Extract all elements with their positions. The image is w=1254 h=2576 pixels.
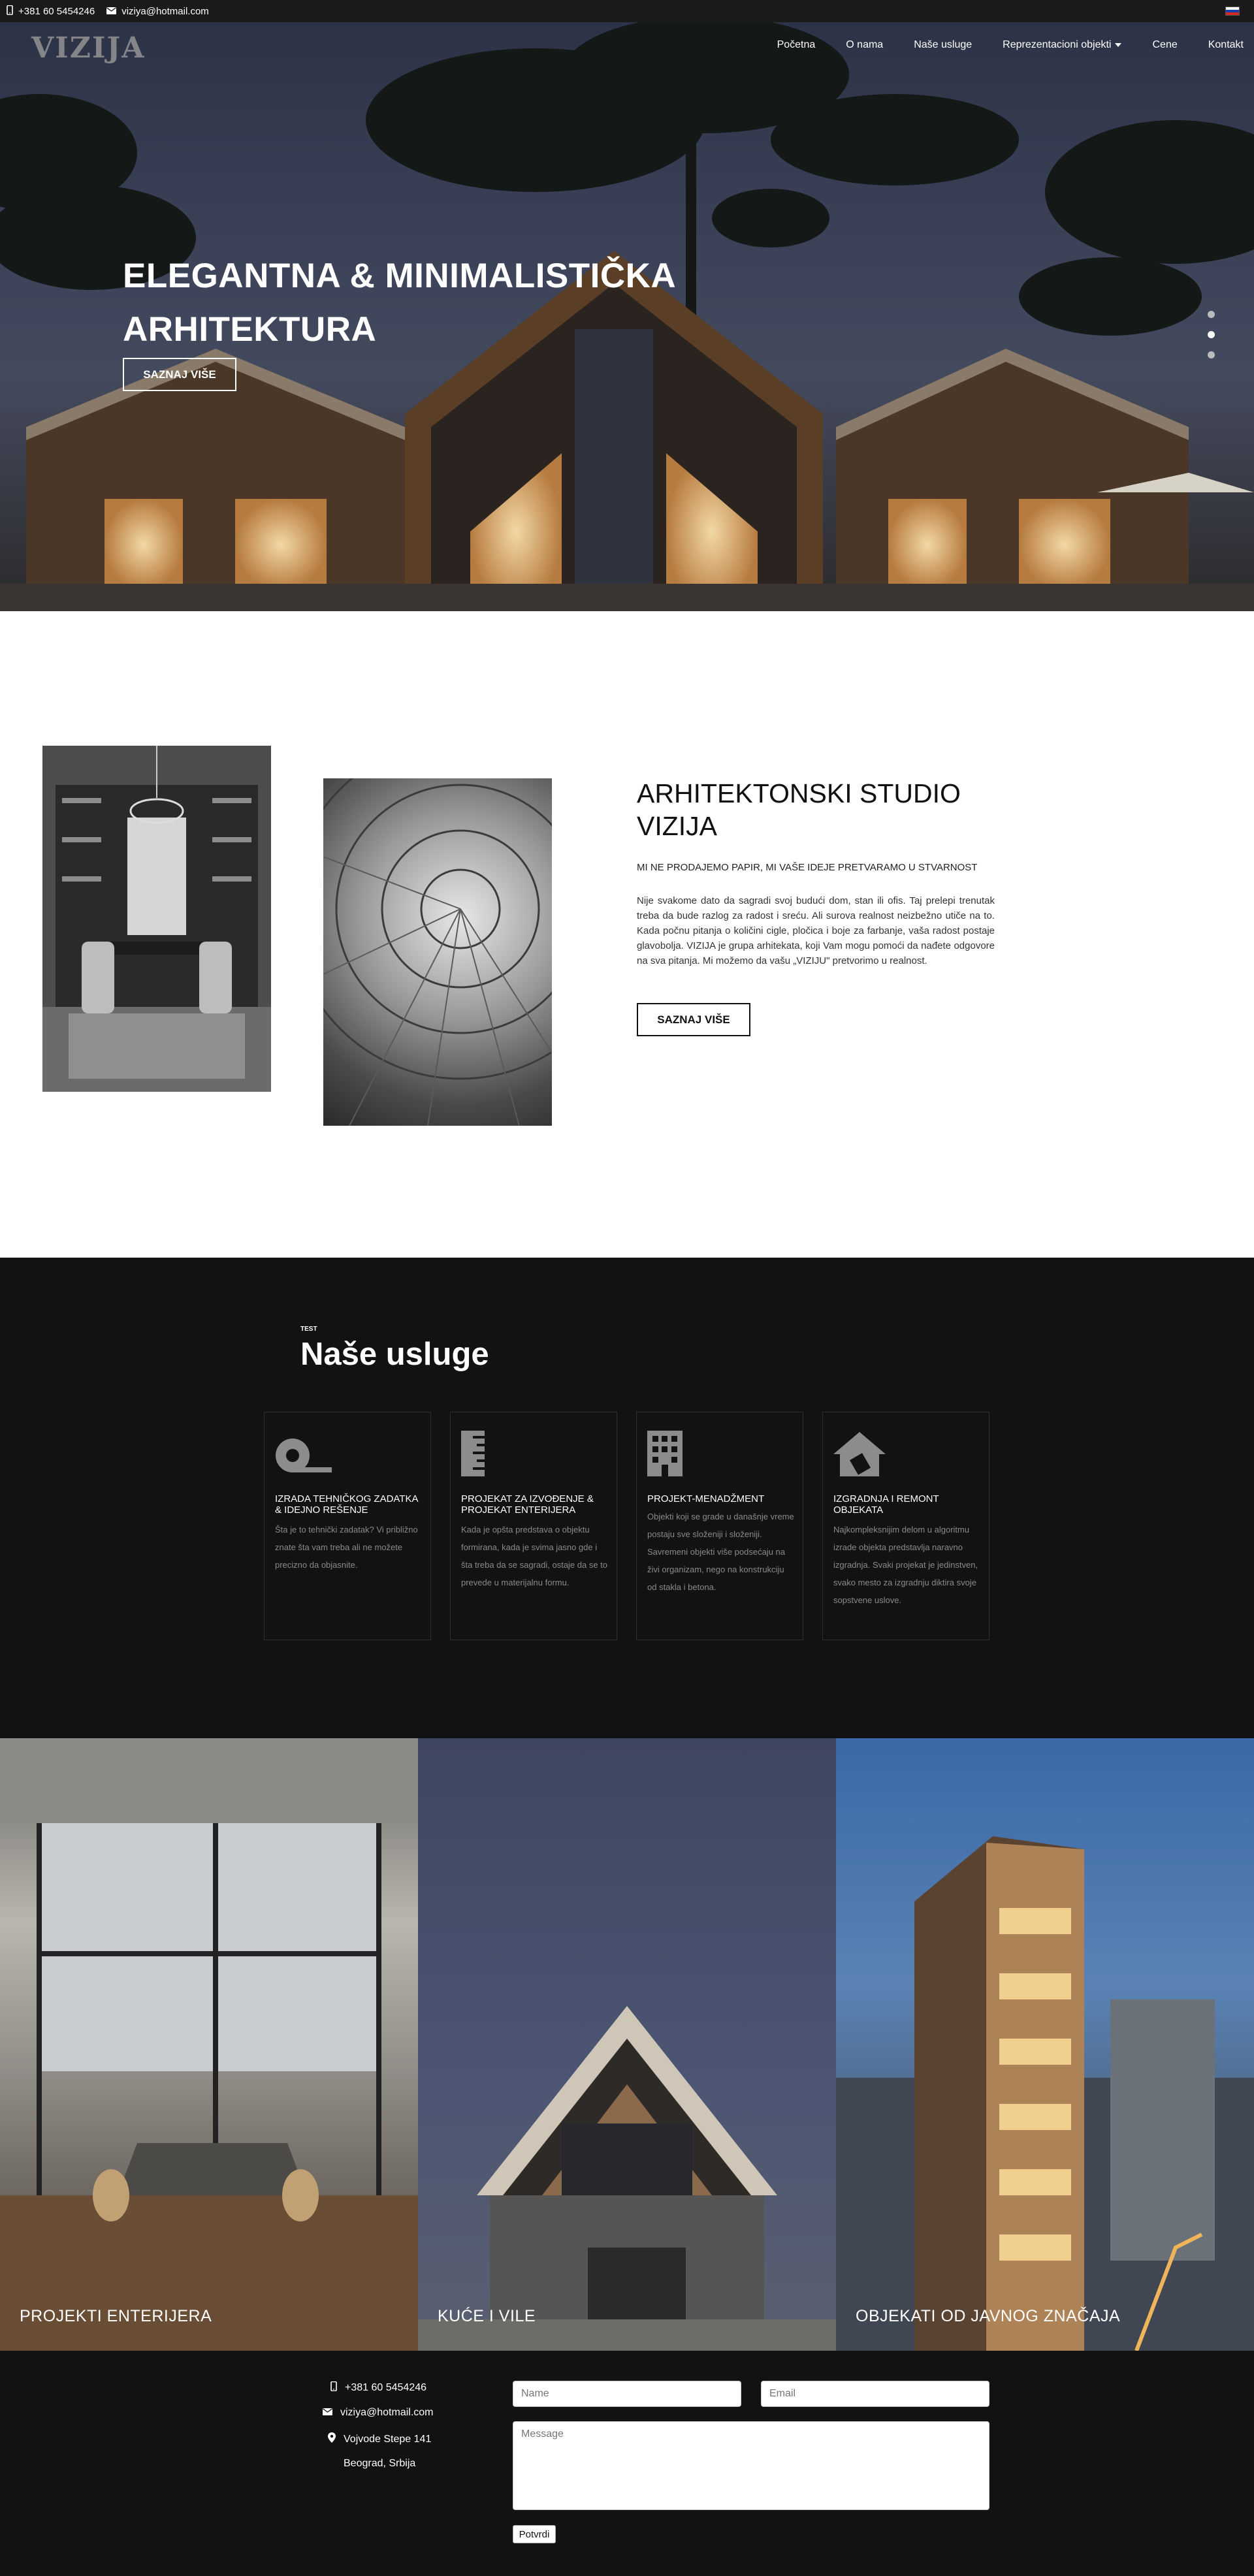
nav-item-reprezentacioni-objekti[interactable]: Reprezentacioni objekti <box>1003 39 1122 51</box>
tower-photo-illustration <box>836 1836 1254 2351</box>
hero-slider: VIZIJA Početna O nama Naše usluge Reprez… <box>0 22 1254 611</box>
about-interior-image <box>42 746 271 1092</box>
tape-measure-icon <box>275 1431 334 1476</box>
service-card-text: Šta je to tehnički zadatak? Vi približno… <box>275 1525 418 1570</box>
interior-photo-illustration <box>0 1738 418 2351</box>
nav-item-nase-usluge[interactable]: Naše usluge <box>914 39 972 51</box>
slider-dot-3[interactable] <box>1208 351 1215 358</box>
gallery-tile-interiors[interactable]: PROJEKTI ENTERIJERA <box>0 1738 418 2351</box>
gallery-caption: KUĆE I VILE <box>438 2307 536 2325</box>
hero-learn-more-button[interactable]: SAZNAJ VIŠE <box>123 358 236 391</box>
language-flag-icon[interactable] <box>1225 7 1240 16</box>
service-card: IZGRADNJA I REMONT OBJEKATA Najkompleksn… <box>822 1412 989 1640</box>
nav-item-pocetna[interactable]: Početna <box>777 39 816 51</box>
gallery-tile-houses[interactable]: KUĆE I VILE <box>418 1738 836 2351</box>
services-section: TEST Naše usluge IZRADA TEHNIČKOG ZADATK… <box>0 1258 1254 1738</box>
gallery-caption: PROJEKTI ENTERIJERA <box>20 2307 212 2325</box>
message-textarea[interactable] <box>513 2421 989 2510</box>
gallery-tile-public-buildings[interactable]: OBJEKATI OD JAVNOG ZNAČAJA <box>836 1738 1254 2351</box>
footer-phone-text: +381 60 5454246 <box>345 2382 427 2393</box>
slider-dot-1[interactable] <box>1208 311 1215 318</box>
services-title: Naše usluge <box>300 1337 489 1372</box>
footer-phone[interactable]: +381 60 5454246 <box>330 2381 426 2394</box>
service-card-title: IZRADA TEHNIČKOG ZADATKA & IDEJNO REŠENJ… <box>275 1493 418 1516</box>
email-input[interactable] <box>761 2381 989 2407</box>
name-input[interactable] <box>513 2381 741 2407</box>
envelope-icon <box>106 6 117 17</box>
topbar-email[interactable]: viziya@hotmail.com <box>106 6 209 17</box>
about-staircase-image <box>289 738 632 1126</box>
nav-item-reprezentacioni-label: Reprezentacioni objekti <box>1003 39 1112 50</box>
about-learn-more-button[interactable]: SAZNAJ VIŠE <box>637 1003 750 1036</box>
service-card-title: PROJEKT-MENADŽMENT <box>647 1493 765 1504</box>
submit-button[interactable]: Potvrdi <box>513 2525 556 2543</box>
chevron-down-icon <box>1115 42 1122 47</box>
envelope-icon <box>323 2407 332 2419</box>
house-hammer-icon <box>833 1431 892 1476</box>
nav-item-o-nama[interactable]: O nama <box>846 39 883 51</box>
footer-address-text: Vojvode Stepe 141 <box>344 2433 432 2445</box>
nav-item-kontakt[interactable]: Kontakt <box>1208 39 1244 51</box>
top-contact-bar: +381 60 5454246 viziya@hotmail.com <box>0 0 1254 22</box>
ruler-icon <box>461 1431 520 1476</box>
interior-illustration <box>42 746 271 1092</box>
topbar-phone[interactable]: +381 60 5454246 <box>7 5 95 18</box>
slider-indicators <box>1208 311 1215 372</box>
service-card-title: IZGRADNJA I REMONT OBJEKATA <box>833 1493 939 1516</box>
service-card-text: Objekti koji se grade u današnje vreme p… <box>647 1512 794 1592</box>
about-paragraph: Nije svakome dato da sagradi svoj budući… <box>637 895 995 966</box>
topbar-email-text: viziya@hotmail.com <box>121 5 209 17</box>
footer-address: Vojvode Stepe 141 <box>328 2432 431 2446</box>
building-icon <box>647 1431 706 1476</box>
service-card: IZRADA TEHNIČKOG ZADATKA & IDEJNO REŠENJ… <box>264 1412 431 1640</box>
slider-dot-2[interactable] <box>1208 331 1215 338</box>
footer-city: Beograd, Srbija <box>344 2458 416 2469</box>
service-card-text: Kada je opšta predstava o objektu formir… <box>461 1525 608 1587</box>
hero-title: ELEGANTNA & MINIMALISTIČKA ARHITEKTURA <box>123 249 676 357</box>
service-card-text: Najkompleksnijim delom u algoritmu izrad… <box>833 1525 978 1605</box>
about-subtitle: MI NE PRODAJEMO PAPIR, MI VAŠE IDEJE PRE… <box>637 862 978 873</box>
about-title: ARHITEKTONSKI STUDIO VIZIJA <box>637 778 961 841</box>
staircase-illustration <box>289 738 632 1126</box>
main-nav: Početna O nama Naše usluge Reprezentacio… <box>747 39 1244 51</box>
footer-email[interactable]: viziya@hotmail.com <box>323 2407 434 2419</box>
house-photo-illustration <box>418 2006 836 2351</box>
flag-stripe-red <box>1226 12 1239 15</box>
service-card-title: PROJEKAT ZA IZVOĐENJE & PROJEKAT ENTERIJ… <box>461 1493 594 1516</box>
hero-title-line2: ARHITEKTURA <box>123 310 377 349</box>
phone-icon <box>7 5 13 18</box>
nav-item-cene[interactable]: Cene <box>1152 39 1177 51</box>
hero-title-line1: ELEGANTNA & MINIMALISTIČKA <box>123 257 677 295</box>
service-card: PROJEKAT ZA IZVOĐENJE & PROJEKAT ENTERIJ… <box>450 1412 617 1640</box>
topbar-phone-text: +381 60 5454246 <box>18 5 95 17</box>
footer-email-text: viziya@hotmail.com <box>340 2407 434 2418</box>
site-logo[interactable]: VIZIJA <box>31 31 145 65</box>
service-card: PROJEKT-MENADŽMENT Objekti koji se grade… <box>636 1412 803 1640</box>
phone-icon <box>330 2381 337 2394</box>
gallery-caption: OBJEKATI OD JAVNOG ZNAČAJA <box>856 2307 1121 2325</box>
map-marker-icon <box>328 2432 336 2446</box>
services-tag: TEST <box>300 1326 317 1333</box>
contact-footer: +381 60 5454246 viziya@hotmail.com Vojvo… <box>0 2351 1254 2576</box>
